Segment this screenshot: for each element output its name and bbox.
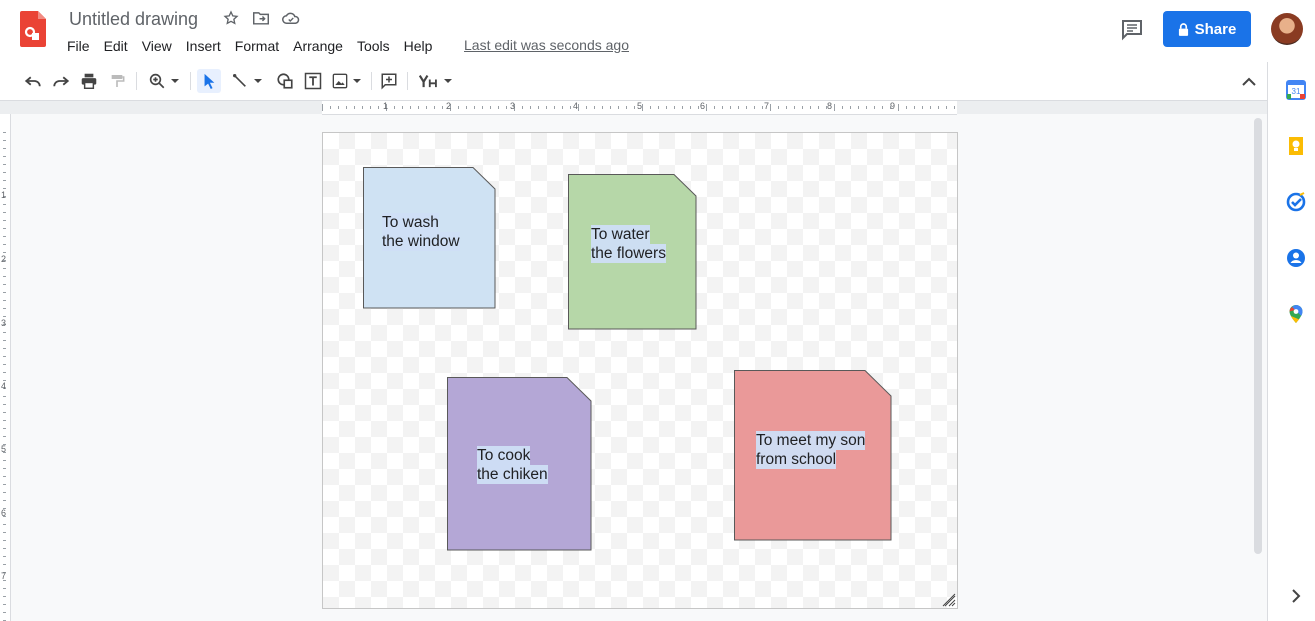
maps-icon[interactable] xyxy=(1286,304,1306,324)
redo-icon[interactable] xyxy=(50,69,72,93)
vertical-ruler[interactable]: 1 2 3 4 5 6 7 xyxy=(0,114,11,621)
ruler-label: 5 xyxy=(1,444,7,454)
note-shape[interactable]: To wash the window xyxy=(363,167,497,310)
select-tool-icon[interactable] xyxy=(197,69,221,93)
move-to-folder-icon[interactable] xyxy=(252,9,270,27)
note-text[interactable]: To wash the window xyxy=(382,213,460,251)
keep-icon[interactable] xyxy=(1286,136,1306,156)
last-edit-link[interactable]: Last edit was seconds ago xyxy=(464,37,629,53)
side-panel: 31 xyxy=(1267,62,1315,621)
line-tool-icon[interactable] xyxy=(228,69,266,93)
canvas-resize-handle[interactable] xyxy=(942,593,956,607)
cloud-status-icon[interactable] xyxy=(282,9,300,27)
menu-insert[interactable]: Insert xyxy=(179,36,228,56)
paint-format-icon[interactable] xyxy=(106,69,128,93)
ruler-label: 7 xyxy=(1,571,7,581)
menu-bar: File Edit View Insert Format Arrange Too… xyxy=(60,36,439,56)
menu-edit[interactable]: Edit xyxy=(97,36,135,56)
comments-icon[interactable] xyxy=(1120,17,1144,41)
shape-tool-icon[interactable] xyxy=(274,69,296,93)
ruler-label: 1 xyxy=(1,190,7,200)
share-button[interactable]: Share xyxy=(1163,11,1251,47)
ruler-label: 4 xyxy=(1,381,7,391)
horizontal-ruler[interactable]: 1 2 3 4 5 6 7 8 9 xyxy=(322,101,957,115)
chevron-right-icon[interactable] xyxy=(1286,586,1306,606)
menu-help[interactable]: Help xyxy=(397,36,440,56)
image-icon[interactable] xyxy=(330,69,364,93)
note-shape[interactable]: To water the flowers xyxy=(568,174,698,331)
add-comment-icon[interactable] xyxy=(378,69,400,93)
contacts-icon[interactable] xyxy=(1286,248,1306,268)
word-art-icon[interactable] xyxy=(415,69,457,93)
chevron-down-icon xyxy=(253,79,262,83)
toolbar xyxy=(0,62,1267,101)
ruler-label: 8 xyxy=(827,101,833,111)
star-icon[interactable] xyxy=(222,9,240,27)
ruler-label: 7 xyxy=(764,101,770,111)
note-shape[interactable]: To cook the chiken xyxy=(447,377,593,552)
ruler-label: 1 xyxy=(383,101,389,111)
note-text[interactable]: To meet my son from school xyxy=(756,431,866,469)
ruler-label: 9 xyxy=(890,101,896,111)
text-box-icon[interactable] xyxy=(302,69,324,93)
svg-text:31: 31 xyxy=(1292,87,1301,96)
print-icon[interactable] xyxy=(78,69,100,93)
menu-file[interactable]: File xyxy=(60,36,97,56)
ruler-label: 3 xyxy=(1,318,7,328)
lock-icon xyxy=(1178,22,1188,36)
ruler-label: 4 xyxy=(573,101,579,111)
menu-view[interactable]: View xyxy=(135,36,179,56)
ruler-label: 6 xyxy=(700,101,706,111)
menu-arrange[interactable]: Arrange xyxy=(286,36,350,56)
chevron-down-icon xyxy=(171,79,179,83)
collapse-toolbar-icon[interactable] xyxy=(1238,69,1260,93)
menu-format[interactable]: Format xyxy=(228,36,286,56)
chevron-down-icon xyxy=(353,79,361,83)
zoom-icon[interactable] xyxy=(144,69,184,93)
tasks-icon[interactable] xyxy=(1286,192,1306,212)
drawings-logo-icon[interactable] xyxy=(20,11,46,47)
document-title[interactable]: Untitled drawing xyxy=(69,9,198,30)
note-text[interactable]: To cook the chiken xyxy=(477,446,548,484)
note-shape[interactable]: To meet my son from school xyxy=(734,370,893,542)
ruler-label: 3 xyxy=(510,101,516,111)
top-bar: Untitled drawing File Edit View Insert F… xyxy=(0,0,1315,63)
ruler-label: 5 xyxy=(637,101,643,111)
chevron-down-icon xyxy=(444,79,452,83)
ruler-label: 2 xyxy=(1,254,7,264)
ruler-label: 2 xyxy=(446,101,452,111)
undo-icon[interactable] xyxy=(22,69,44,93)
share-button-label: Share xyxy=(1194,20,1237,38)
calendar-icon[interactable]: 31 xyxy=(1286,80,1306,100)
ruler-label: 6 xyxy=(1,508,7,518)
note-text[interactable]: To water the flowers xyxy=(591,225,666,263)
avatar[interactable] xyxy=(1271,13,1303,45)
menu-tools[interactable]: Tools xyxy=(350,36,397,56)
vertical-scrollbar[interactable] xyxy=(1254,118,1262,554)
